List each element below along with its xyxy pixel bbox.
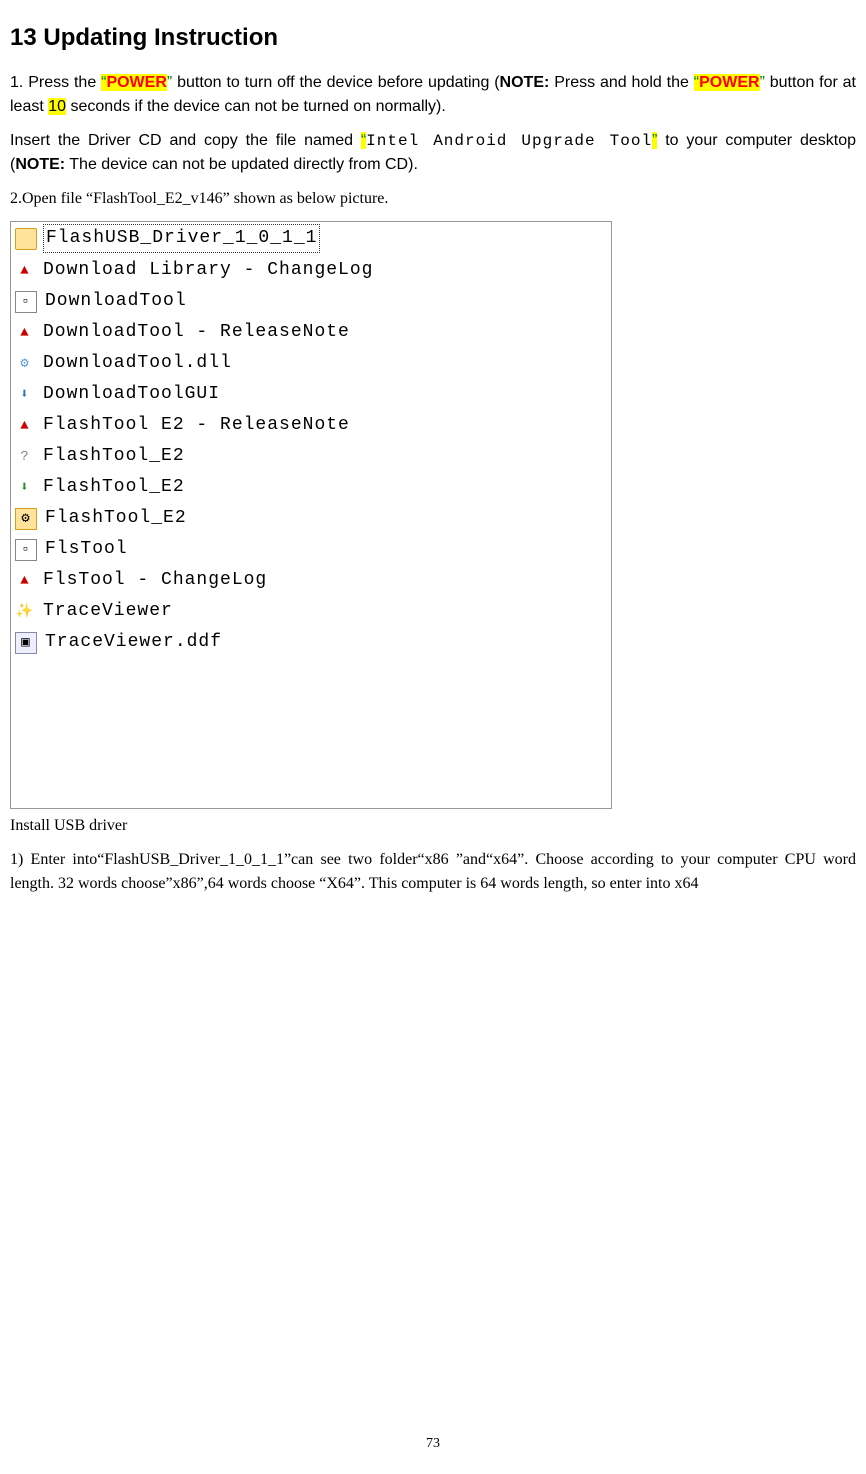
pdf-icon: ▲ bbox=[15, 261, 35, 281]
file-item: ▲ Download Library - ChangeLog bbox=[11, 255, 611, 286]
text: Insert the Driver CD and copy the file n… bbox=[10, 132, 361, 149]
file-label: FlashUSB_Driver_1_0_1_1 bbox=[43, 224, 320, 253]
file-label: DownloadTool - ReleaseNote bbox=[41, 319, 352, 346]
text: 2.Open file bbox=[10, 190, 86, 207]
file-item: ⬇ FlashTool_E2 bbox=[11, 472, 611, 503]
file-label: DownloadToolGUI bbox=[41, 381, 222, 408]
file-item: ▲ FlashTool E2 - ReleaseNote bbox=[11, 410, 611, 441]
file-item: ▲ DownloadTool - ReleaseNote bbox=[11, 317, 611, 348]
file-item: ✨ TraceViewer bbox=[11, 596, 611, 627]
power-label: POWER bbox=[699, 74, 759, 91]
note-label: NOTE: bbox=[500, 74, 550, 91]
chm-icon: ? bbox=[15, 447, 35, 467]
text: button to turn off the device before upd… bbox=[172, 74, 499, 91]
exe-down-icon: ⬇ bbox=[15, 385, 35, 405]
install-heading: Install USB driver bbox=[10, 814, 856, 838]
app-icon: ▫ bbox=[15, 539, 37, 561]
paragraph-1: 1. Press the “POWER” button to turn off … bbox=[10, 71, 856, 119]
file-label: FlsTool bbox=[43, 536, 130, 563]
text: 1. Press the bbox=[10, 74, 101, 91]
dll-icon: ⚙ bbox=[15, 354, 35, 374]
file-label: FlsTool - ChangeLog bbox=[41, 567, 269, 594]
file-label: TraceViewer.ddf bbox=[43, 629, 224, 656]
file-item: FlashUSB_Driver_1_0_1_1 bbox=[11, 222, 611, 255]
paragraph-2: Insert the Driver CD and copy the file n… bbox=[10, 129, 856, 177]
file-item: ▫ FlsTool bbox=[11, 534, 611, 565]
text: shown as below picture. bbox=[230, 190, 389, 207]
highlight-quote-open: “POWER bbox=[694, 74, 760, 91]
file-item: ▣ TraceViewer.ddf bbox=[11, 627, 611, 658]
pdf-icon: ▲ bbox=[15, 416, 35, 436]
paragraph-4: 1) Enter into“FlashUSB_Driver_1_0_1_1”ca… bbox=[10, 848, 856, 896]
app-icon: ▫ bbox=[15, 291, 37, 313]
note-label: NOTE: bbox=[15, 156, 65, 173]
text: seconds if the device can not be turned … bbox=[66, 98, 446, 115]
down-green-icon: ⬇ bbox=[15, 478, 35, 498]
file-label: FlashTool_E2 bbox=[43, 505, 189, 532]
section-heading: 13 Updating Instruction bbox=[10, 20, 856, 56]
text: The device can not be updated directly f… bbox=[65, 156, 418, 173]
tool-name: Intel Android Upgrade Tool bbox=[366, 132, 652, 150]
text: Press and hold the bbox=[549, 74, 693, 91]
highlight-quote-open: “POWER bbox=[101, 74, 167, 91]
file-item: ⚙ FlashTool_E2 bbox=[11, 503, 611, 534]
power-label: POWER bbox=[106, 74, 166, 91]
file-label: DownloadTool.dll bbox=[41, 350, 234, 377]
file-label: DownloadTool bbox=[43, 288, 189, 315]
file-label: FlashTool_E2 bbox=[41, 474, 187, 501]
file-item: ▫ DownloadTool bbox=[11, 286, 611, 317]
file-item: ? FlashTool_E2 bbox=[11, 441, 611, 472]
file-label: Download Library - ChangeLog bbox=[41, 257, 375, 284]
page-number: 73 bbox=[0, 1433, 866, 1454]
pdf-icon: ▲ bbox=[15, 323, 35, 343]
file-label: FlashTool E2 - ReleaseNote bbox=[41, 412, 352, 439]
file-label: FlashTool_E2 bbox=[41, 443, 187, 470]
file-list-screenshot: FlashUSB_Driver_1_0_1_1 ▲ Download Library… bbox=[10, 221, 612, 809]
folder-icon bbox=[15, 228, 37, 250]
pdf-icon: ▲ bbox=[15, 571, 35, 591]
paragraph-3: 2.Open file “FlashTool_E2_v146” shown as… bbox=[10, 187, 856, 211]
flash-file-name: “FlashTool_E2_v146” bbox=[86, 190, 230, 207]
highlight-ten: 10 bbox=[48, 98, 66, 115]
ddf-icon: ▣ bbox=[15, 632, 37, 654]
cfg-icon: ⚙ bbox=[15, 508, 37, 530]
file-item: ⚙ DownloadTool.dll bbox=[11, 348, 611, 379]
file-item: ▲ FlsTool - ChangeLog bbox=[11, 565, 611, 596]
yellow-icon: ✨ bbox=[15, 602, 35, 622]
file-item: ⬇ DownloadToolGUI bbox=[11, 379, 611, 410]
file-label: TraceViewer bbox=[41, 598, 175, 625]
